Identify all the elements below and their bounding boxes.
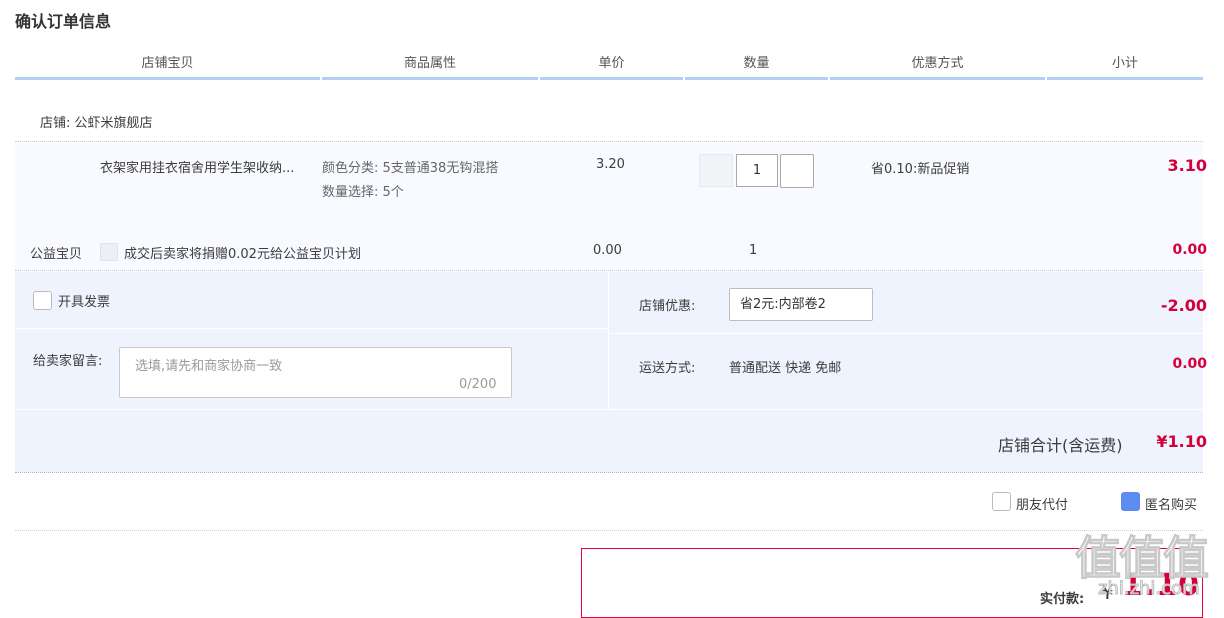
item-title-link[interactable]: 衣架家用挂衣宿舍用学生架收纳... (100, 157, 315, 176)
charity-subtotal: 0.00 (1172, 242, 1207, 258)
header-subtotal: 小计 (1047, 50, 1203, 80)
divider (609, 333, 1203, 334)
quantity-increment-button[interactable] (780, 154, 814, 188)
friend-pay-label: 朋友代付 (1016, 498, 1069, 513)
header-shop-item: 店铺宝贝 (15, 50, 320, 80)
charity-label: 公益宝贝 (30, 247, 83, 262)
memo-label: 给卖家留言: (33, 354, 103, 369)
charity-checkbox[interactable] (100, 243, 118, 261)
friend-pay-checkbox[interactable] (992, 492, 1011, 511)
shop-discount-select[interactable]: 省2元:内部卷2 (729, 288, 873, 321)
divider (15, 141, 1203, 142)
memo-placeholder: 选填,请先和商家协商一致 (135, 359, 283, 374)
header-unit-price: 单价 (540, 50, 683, 80)
invoice-checkbox[interactable] (33, 291, 52, 310)
shop-discount-amount: -2.00 (1160, 296, 1207, 315)
divider (15, 472, 1203, 473)
divider (15, 409, 1203, 410)
shipping-method: 普通配送 快递 免邮 (729, 361, 842, 376)
item-subtotal: 3.10 (1167, 156, 1207, 175)
anonymous-purchase-checkbox[interactable] (1121, 492, 1140, 511)
divider (608, 272, 609, 409)
shop-total-amount: ¥1.10 (1156, 432, 1207, 451)
item-sku-color: 颜色分类: 5支普通38无钩混搭 (322, 161, 499, 176)
shop-discount-label: 店铺优惠: (639, 299, 696, 314)
shipping-label: 运送方式: (639, 361, 696, 376)
invoice-label: 开具发票 (58, 295, 111, 310)
quantity-input[interactable]: 1 (736, 154, 778, 187)
header-promotion: 优惠方式 (830, 50, 1045, 80)
payment-label: 实付款: (1040, 592, 1085, 607)
charity-quantity: 1 (749, 243, 758, 258)
divider (15, 270, 1203, 271)
divider (15, 530, 1203, 531)
divider (15, 328, 608, 329)
memo-char-count: 0/200 (459, 377, 497, 392)
shipping-amount: 0.00 (1172, 356, 1207, 372)
watermark-url: zhi.zhi.com (1098, 578, 1201, 600)
charity-description: 成交后卖家将捐赠0.02元给公益宝贝计划 (124, 247, 361, 262)
page-title: 确认订单信息 (15, 12, 112, 31)
order-table-header: 店铺宝贝 商品属性 单价 数量 优惠方式 小计 (15, 50, 1203, 80)
item-sku-quantity: 数量选择: 5个 (322, 185, 404, 200)
item-promotion: 省0.10:新品促销 (871, 162, 970, 177)
shop-total-label: 店铺合计(含运费) (998, 436, 1123, 455)
quantity-decrement-button[interactable] (699, 154, 733, 187)
charity-price: 0.00 (593, 243, 622, 258)
item-unit-price: 3.20 (596, 157, 625, 172)
shop-name: 店铺: 公虾米旗舰店 (40, 116, 153, 131)
header-attributes: 商品属性 (322, 50, 538, 80)
header-quantity: 数量 (685, 50, 828, 80)
anonymous-purchase-label: 匿名购买 (1145, 498, 1198, 513)
